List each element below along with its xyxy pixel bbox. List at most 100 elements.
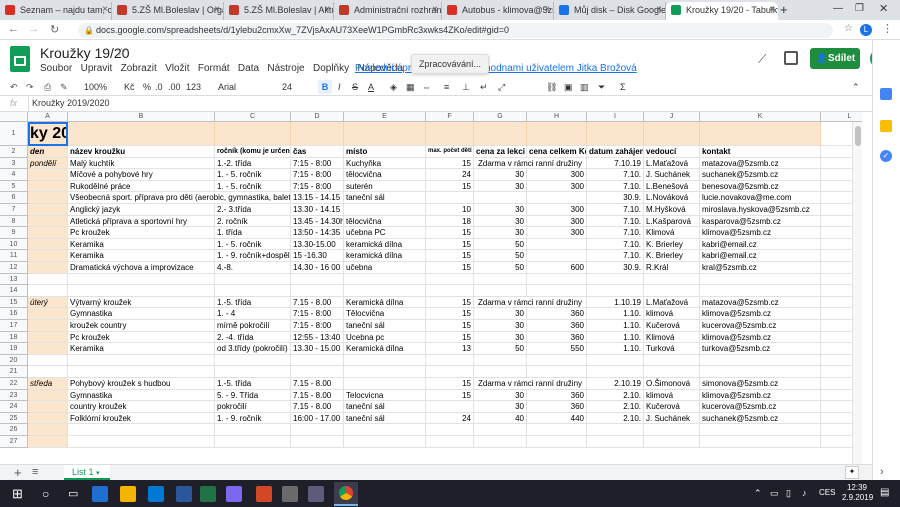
data-cell[interactable]: 7.10. — [587, 250, 644, 262]
row-header[interactable]: 27 — [0, 436, 28, 448]
file-explorer-icon[interactable] — [120, 486, 136, 502]
data-cell[interactable] — [215, 436, 291, 448]
data-cell[interactable] — [291, 436, 344, 448]
data-cell[interactable]: 30 — [474, 320, 527, 332]
data-cell[interactable] — [68, 366, 215, 378]
data-cell[interactable]: country kroužek — [68, 401, 215, 413]
data-cell[interactable]: Atletická příprava a sportovní hry — [68, 215, 215, 228]
fill-color-icon[interactable]: ◈ — [390, 82, 397, 93]
data-cell[interactable]: R.Král — [644, 262, 700, 274]
column-label-cell[interactable]: kontakt — [700, 146, 821, 158]
bookmark-star-icon[interactable]: ☆ — [844, 23, 853, 34]
data-cell[interactable]: 300 — [527, 169, 587, 181]
data-cell[interactable]: Anglický jazyk — [68, 204, 215, 216]
data-cell[interactable]: matazova@5zsmb.cz — [700, 157, 821, 170]
data-cell[interactable] — [291, 366, 344, 378]
data-cell[interactable] — [344, 424, 426, 436]
menu-soubor[interactable]: Soubor — [40, 63, 72, 74]
data-cell[interactable]: učebna — [344, 262, 426, 274]
data-cell[interactable] — [28, 354, 68, 367]
data-cell[interactable]: 15 — [426, 296, 474, 309]
data-cell[interactable] — [215, 424, 291, 436]
data-cell[interactable]: Keramika — [68, 250, 215, 262]
data-cell[interactable]: 2. ročník — [215, 215, 291, 228]
column-header-f[interactable]: F — [426, 112, 474, 122]
menu-nastroje[interactable]: Nástroje — [267, 63, 304, 74]
data-cell[interactable]: 15 — [426, 227, 474, 239]
data-cell[interactable]: úterý — [28, 296, 68, 309]
data-cell[interactable]: Turková — [644, 343, 700, 355]
text-wrap-icon[interactable]: ↵ — [480, 82, 488, 93]
data-cell[interactable]: keramická dílna — [344, 250, 426, 262]
borders-icon[interactable]: ▦ — [406, 82, 415, 93]
forward-icon[interactable]: → — [28, 23, 39, 35]
store-icon[interactable] — [148, 486, 164, 502]
data-cell[interactable] — [587, 436, 644, 448]
data-cell[interactable]: 13.45 - 14.30h — [291, 215, 344, 228]
data-cell[interactable]: 7.10. — [587, 238, 644, 251]
row-header[interactable]: 7 — [0, 204, 28, 216]
language-indicator[interactable]: CES — [819, 488, 835, 497]
data-cell[interactable]: 30.9. — [587, 262, 644, 274]
data-cell[interactable] — [28, 366, 68, 378]
volume-icon[interactable]: ♪ — [802, 488, 807, 498]
data-cell[interactable] — [527, 354, 587, 367]
data-cell[interactable]: pokročilí — [215, 401, 291, 413]
data-cell[interactable] — [474, 436, 527, 448]
data-cell[interactable]: 13.30 - 15.00 — [291, 343, 344, 355]
tab-close-icon[interactable]: × — [769, 2, 775, 18]
data-cell[interactable]: 7.10.19 — [587, 157, 644, 170]
data-cell[interactable] — [426, 192, 474, 204]
data-cell[interactable]: 1. - 9. ročník — [215, 412, 291, 425]
data-cell[interactable] — [344, 273, 426, 286]
data-cell[interactable]: 18 — [426, 215, 474, 228]
align-left-icon[interactable]: ≡ — [444, 82, 449, 92]
data-cell[interactable]: pondělí — [28, 157, 68, 170]
row-header[interactable]: 13 — [0, 273, 28, 286]
data-cell[interactable]: 15 — [426, 331, 474, 344]
profile-avatar[interactable]: L — [860, 24, 872, 36]
data-cell[interactable]: 360 — [527, 401, 587, 413]
tab-close-icon[interactable]: × — [544, 2, 550, 18]
column-label-cell[interactable]: ročník (komu je určen) — [215, 146, 291, 158]
data-cell[interactable]: J. Suchánek — [644, 169, 700, 181]
data-cell[interactable]: 360 — [527, 308, 587, 320]
data-cell[interactable]: kasparova@5zsmb.cz — [700, 215, 821, 228]
vertical-align-icon[interactable]: ⊥ — [462, 82, 470, 93]
column-header-d[interactable]: D — [291, 112, 344, 122]
print-icon[interactable]: ⎙ — [44, 82, 51, 93]
data-cell[interactable] — [28, 227, 68, 239]
data-cell[interactable] — [587, 285, 644, 297]
activity-trend-icon[interactable]: ⟋ — [758, 52, 766, 67]
minimize-icon[interactable]: — — [833, 3, 843, 14]
data-cell[interactable] — [28, 192, 68, 204]
data-cell[interactable]: Kučerová — [644, 401, 700, 413]
data-cell[interactable]: 1. - 5. ročník — [215, 169, 291, 181]
share-button[interactable]: 👤 Sdílet — [810, 48, 860, 69]
data-cell[interactable]: 30 — [474, 401, 527, 413]
data-cell[interactable] — [527, 424, 587, 436]
data-cell[interactable]: 1. - 4 — [215, 308, 291, 320]
data-cell[interactable]: Keramická dílna — [344, 343, 426, 355]
data-cell[interactable]: 7.10. — [587, 180, 644, 193]
data-cell[interactable]: L.Benešová — [644, 180, 700, 193]
data-cell[interactable]: Rukodělné práce — [68, 180, 215, 193]
paint-format-icon[interactable]: ✎ — [60, 82, 68, 93]
tasks-icon[interactable]: ✓ — [880, 150, 892, 162]
data-cell[interactable] — [28, 180, 68, 193]
data-cell[interactable]: 1.10.19 — [587, 296, 644, 309]
data-cell[interactable] — [28, 215, 68, 228]
data-cell[interactable]: 30 — [474, 169, 527, 181]
column-header-e[interactable]: E — [344, 112, 426, 122]
browser-tab-3[interactable]: 5.ZŠ Ml.Boleslav | Aktuál × — [224, 2, 334, 20]
data-cell[interactable] — [587, 354, 644, 367]
data-cell[interactable]: L.Maťažová — [644, 157, 700, 170]
data-cell[interactable] — [527, 436, 587, 448]
data-cell[interactable]: 1.-5. třída — [215, 378, 291, 390]
data-cell[interactable]: J. Suchánek — [644, 412, 700, 425]
data-cell[interactable]: suchanek@5zsmb.cz — [700, 412, 821, 425]
data-cell[interactable]: 15 — [426, 320, 474, 332]
currency-button[interactable]: Kč — [124, 82, 135, 92]
vertical-scrollbar[interactable] — [852, 122, 862, 464]
data-cell[interactable]: L.Kašparová — [644, 215, 700, 228]
